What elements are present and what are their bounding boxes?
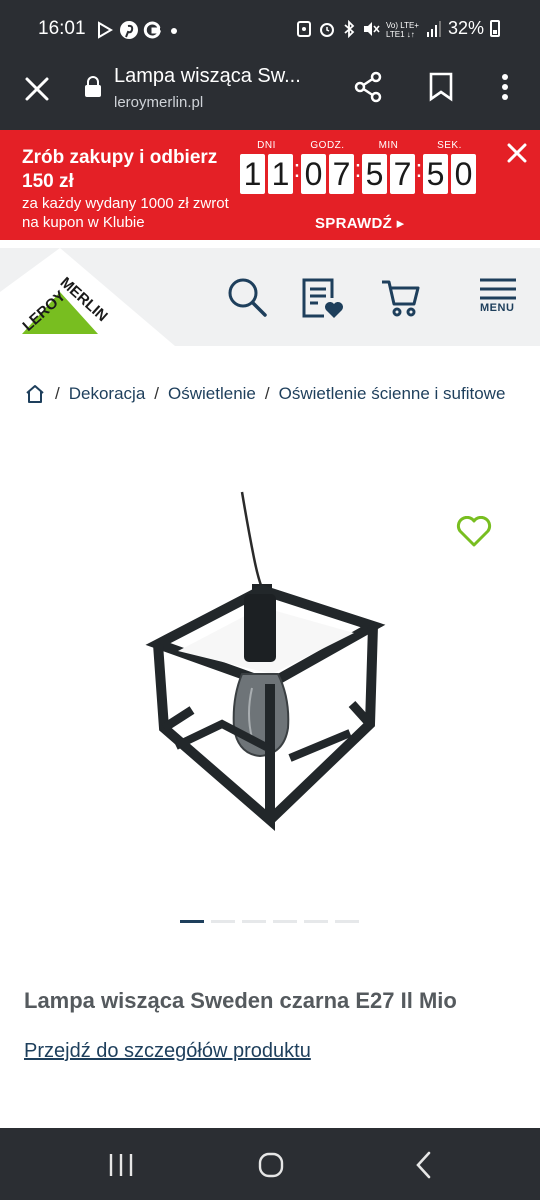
promo-cta-label: SPRAWDŹ: [315, 215, 393, 232]
status-time: 16:01: [38, 18, 86, 39]
battery-percent: 32%: [447, 18, 484, 38]
svg-text:LTE1 ↓↑: LTE1 ↓↑: [386, 30, 415, 38]
recent-apps-icon[interactable]: [106, 1150, 136, 1180]
countdown-digits: 07: [301, 154, 354, 194]
google-icon: [143, 21, 162, 39]
status-app-icons: [95, 20, 181, 40]
countdown-unit: DNI 1 1: [240, 140, 293, 194]
promo-subline: za każdy wydany 1000 zł zwrot na kupon w…: [22, 195, 229, 231]
back-icon[interactable]: [410, 1150, 440, 1180]
cart-icon[interactable]: [380, 276, 422, 318]
countdown-digit: 7: [390, 154, 415, 194]
gallery-dot[interactable]: [304, 920, 328, 923]
gallery-dot[interactable]: [242, 920, 266, 923]
countdown-separator: :: [415, 156, 423, 183]
menu-label[interactable]: MENU: [480, 302, 514, 314]
countdown-separator: :: [354, 156, 362, 183]
chevron-right-icon: ▸: [396, 215, 405, 232]
volte-icon: Vo) LTE+LTE1 ↓↑: [386, 21, 419, 38]
product-details-link[interactable]: Przejdź do szczegółów produktu: [24, 1040, 311, 1063]
more-options-icon[interactable]: [500, 72, 510, 102]
countdown-separator: :: [293, 156, 301, 183]
promo-headline: Zrób zakupy i odbierz 150 zł: [22, 147, 218, 192]
browser-toolbar: Lampa wisząca Sw... leroymerlin.pl: [0, 60, 540, 130]
promo-cta-button[interactable]: SPRAWDŹ ▸: [315, 214, 404, 232]
lock-icon: [85, 76, 101, 97]
countdown-label: GODZ.: [310, 140, 345, 151]
gallery-dot[interactable]: [335, 920, 359, 923]
breadcrumb-separator: /: [264, 384, 270, 403]
status-right: Vo) LTE+ LTE1 ↓↑ 32%: [296, 18, 500, 39]
product-title: Lampa wisząca Sweden czarna E27 Il Mio: [24, 988, 457, 1013]
menu-icon[interactable]: [478, 276, 518, 302]
status-bar: 16:01 Vo) LTE+ LTE1 ↓↑ 32%: [0, 0, 540, 60]
page-title[interactable]: Lampa wisząca Sw...: [114, 65, 301, 88]
close-banner-icon[interactable]: [506, 142, 528, 164]
countdown-timer: DNI 1 1: GODZ. 0 7: MIN 5 7: SEK. 5 0: [240, 140, 476, 194]
system-nav-bar: [0, 1128, 540, 1200]
countdown-digit: 0: [301, 154, 326, 194]
logo-icon: MERLIN LEROY: [0, 248, 175, 346]
leroy-merlin-logo[interactable]: MERLIN LEROY: [0, 248, 175, 346]
countdown-label: SEK.: [437, 140, 462, 151]
bluetooth-icon: [344, 19, 355, 38]
breadcrumb-item-dekoracja[interactable]: Dekoracja: [69, 384, 146, 404]
countdown-digit: 5: [362, 154, 387, 194]
countdown-label: MIN: [378, 140, 399, 151]
breadcrumb: / Dekoracja / Oświetlenie / Oświetlenie …: [24, 380, 516, 408]
gallery-dot[interactable]: [180, 920, 204, 923]
play-icon: [98, 21, 113, 39]
page: 16:01 Vo) LTE+ LTE1 ↓↑ 32% Lampa wisząca …: [0, 0, 540, 1200]
countdown-digit: 1: [268, 154, 293, 194]
countdown-digits: 57: [362, 154, 415, 194]
breadcrumb-item-oswietlenie[interactable]: Oświetlenie: [168, 384, 256, 404]
search-icon[interactable]: [226, 276, 268, 318]
countdown-digit: 1: [240, 154, 265, 194]
gallery-dot[interactable]: [273, 920, 297, 923]
battery-icon: [490, 20, 500, 37]
product-image[interactable]: [130, 488, 390, 838]
countdown-unit: GODZ. 0 7: [301, 140, 354, 194]
promo-banner[interactable]: Zrób zakupy i odbierz 150 zł za każdy wy…: [0, 130, 540, 240]
share-icon[interactable]: [352, 70, 386, 104]
countdown-label: DNI: [257, 140, 276, 151]
gallery-pagination[interactable]: [180, 920, 359, 923]
sync-icon: [296, 20, 311, 37]
breadcrumb-separator: /: [154, 384, 160, 403]
heart-icon[interactable]: [456, 516, 492, 548]
countdown-digit: 5: [423, 154, 448, 194]
pinterest-icon: [120, 21, 138, 39]
countdown-unit: SEK. 5 0: [423, 140, 476, 194]
page-url[interactable]: leroymerlin.pl: [114, 94, 203, 111]
countdown-digit: 0: [451, 154, 476, 194]
dot-icon: [171, 28, 177, 34]
signal-icon: [426, 20, 441, 37]
gallery-dot[interactable]: [211, 920, 235, 923]
alarm-icon: [319, 22, 334, 37]
close-tab-icon[interactable]: [22, 74, 52, 104]
countdown-digits: 11: [240, 154, 293, 194]
countdown-unit: MIN 5 7: [362, 140, 415, 194]
svg-text:Vo) LTE+: Vo) LTE+: [386, 21, 419, 30]
breadcrumb-separator: /: [55, 384, 60, 403]
countdown-digit: 7: [329, 154, 354, 194]
breadcrumb-item-oswietlenie-scienne[interactable]: Oświetlenie ścienne i sufitowe: [279, 384, 506, 404]
home-icon[interactable]: [24, 383, 46, 405]
mute-icon: [363, 21, 380, 36]
shopping-list-icon[interactable]: [300, 276, 344, 320]
bookmark-icon[interactable]: [428, 72, 454, 102]
countdown-digits: 50: [423, 154, 476, 194]
home-button-icon[interactable]: [256, 1150, 286, 1180]
